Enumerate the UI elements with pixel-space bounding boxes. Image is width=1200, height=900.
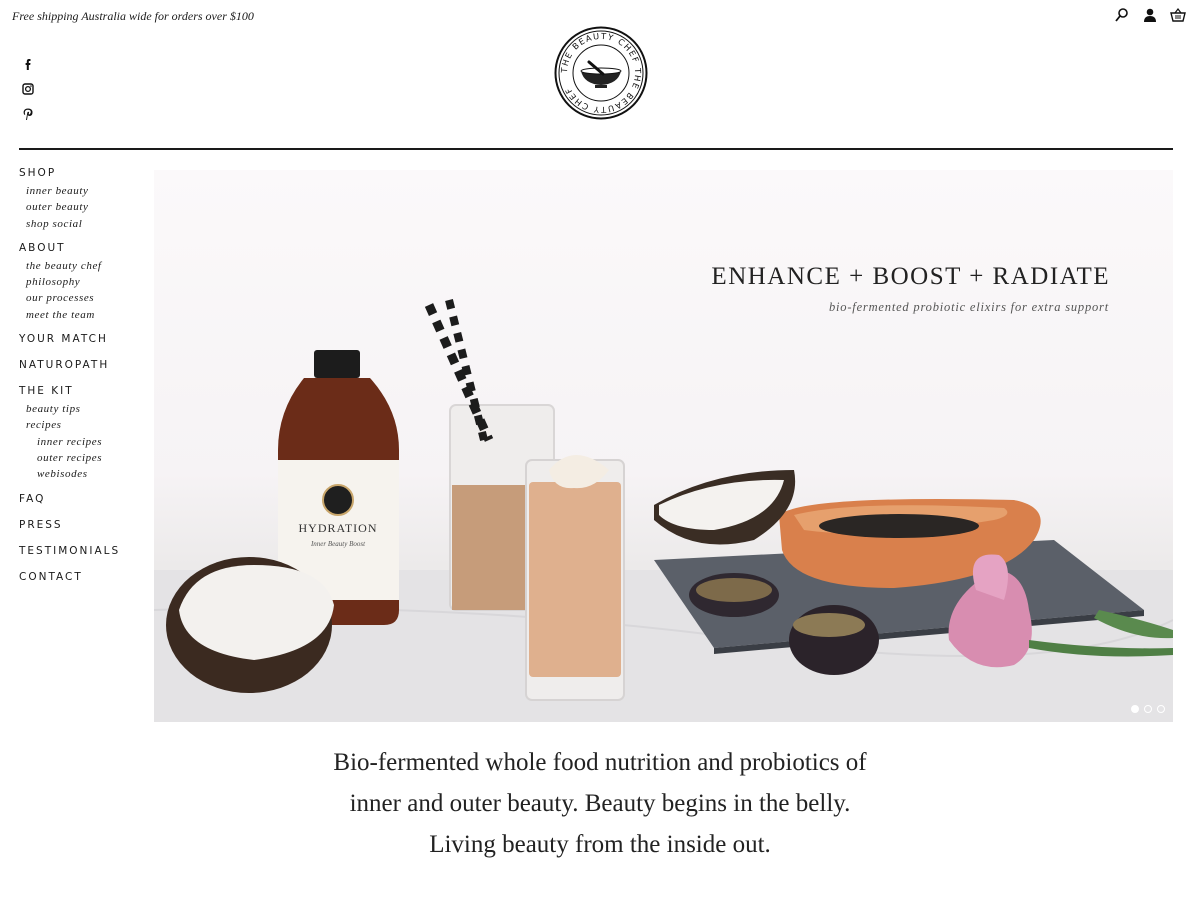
nav-about[interactable]: ABOUT [19,241,149,255]
nav-your-match[interactable]: YOUR MATCH [19,332,149,346]
pinterest-icon[interactable] [20,106,36,122]
facebook-icon[interactable] [20,56,36,72]
nav-inner-recipes[interactable]: inner recipes [19,434,149,450]
nav-section-press: PRESS [19,518,149,532]
nav-our-processes[interactable]: our processes [19,290,149,306]
nav-section-your-match: YOUR MATCH [19,332,149,346]
instagram-icon[interactable] [20,81,36,97]
nav-outer-beauty[interactable]: outer beauty [19,199,149,215]
sidebar-nav: SHOP inner beauty outer beauty shop soci… [19,166,149,593]
bottle-label-sub: Inner Beauty Boost [310,540,366,548]
nav-testimonials[interactable]: TESTIMONIALS [19,544,149,558]
tagline-line-3: Living beauty from the inside out. [429,831,771,858]
nav-section-naturopath: NATUROPATH [19,358,149,372]
social-links [20,56,36,122]
header-divider [19,148,1173,150]
nav-meet-the-team[interactable]: meet the team [19,307,149,323]
nav-beauty-tips[interactable]: beauty tips [19,401,149,417]
nav-outer-recipes[interactable]: outer recipes [19,450,149,466]
nav-the-kit[interactable]: THE KIT [19,384,149,398]
search-icon[interactable] [1114,7,1130,23]
slide-dot-2[interactable] [1144,705,1152,713]
nav-recipes[interactable]: recipes [19,417,149,433]
slide-dot-3[interactable] [1157,705,1165,713]
free-shipping-banner: Free shipping Australia wide for orders … [12,9,254,23]
nav-naturopath[interactable]: NATUROPATH [19,358,149,372]
nav-section-the-kit: THE KIT beauty tips recipes inner recipe… [19,384,149,482]
nav-section-about: ABOUT the beauty chef philosophy our pro… [19,241,149,323]
header-utility-icons [1114,7,1186,23]
nav-press[interactable]: PRESS [19,518,149,532]
slider-pagination [1131,705,1165,713]
nav-faq[interactable]: FAQ [19,492,149,506]
nav-philosophy[interactable]: philosophy [19,274,149,290]
nav-inner-beauty[interactable]: inner beauty [19,183,149,199]
nav-section-faq: FAQ [19,492,149,506]
brand-logo[interactable]: THE BEAUTY CHEF THE BEAUTY CHEF [554,26,648,120]
hero-title: ENHANCE + BOOST + RADIATE [711,263,1110,290]
account-icon[interactable] [1142,7,1158,23]
hero-subtitle: bio-fermented probiotic elixirs for extr… [828,300,1109,314]
slide-dot-1[interactable] [1131,705,1139,713]
nav-shop-social[interactable]: shop social [19,216,149,232]
nav-webisodes[interactable]: webisodes [19,466,149,482]
hero-slider[interactable]: HYDRATION Inner Beauty Boost ENHANCE + B… [154,170,1173,722]
tagline-line-1: Bio-fermented whole food nutrition and p… [333,749,867,776]
tagline-line-2: inner and outer beauty. Beauty begins in… [349,790,851,817]
nav-section-testimonials: TESTIMONIALS [19,544,149,558]
brand-tagline: Bio-fermented whole food nutrition and p… [260,742,940,865]
nav-section-contact: CONTACT [19,570,149,584]
nav-section-shop: SHOP inner beauty outer beauty shop soci… [19,166,149,232]
cart-icon[interactable] [1170,7,1186,23]
nav-shop[interactable]: SHOP [19,166,149,180]
nav-contact[interactable]: CONTACT [19,570,149,584]
hero-image: HYDRATION Inner Beauty Boost [154,299,1173,722]
bottle-label-title: HYDRATION [299,521,378,535]
nav-the-beauty-chef[interactable]: the beauty chef [19,258,149,274]
